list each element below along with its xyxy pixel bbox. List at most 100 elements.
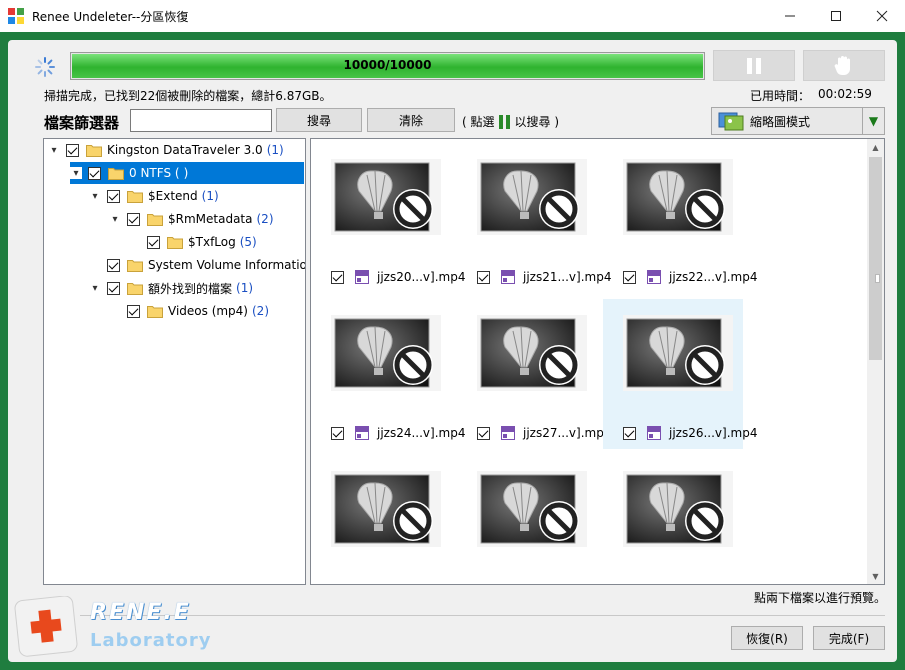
tree-item-count: (2) [252, 304, 269, 318]
tree-item-extra-found[interactable]: ▾ 額外找到的檔案 (1) [89, 277, 253, 299]
file-name: jjzs27...v].mp4 [523, 426, 612, 440]
file-thumbnail[interactable]: jjzs26...v].mp4 [603, 299, 757, 449]
video-preview-image [331, 159, 441, 235]
folder-icon [127, 190, 143, 203]
preview-hint: 點兩下檔案以進行預覽。 [754, 591, 887, 605]
pause-icon [747, 57, 761, 74]
file-thumbnail[interactable] [457, 455, 597, 584]
tree-checkbox[interactable] [107, 189, 120, 203]
scrollbar-thumb[interactable] [869, 157, 882, 360]
tree-item-count: (2) [256, 212, 274, 226]
file-thumbnail[interactable]: jjzs21...v].mp4 [457, 143, 611, 293]
file-label-row: jjzs27...v].mp4 [477, 426, 611, 440]
mp4-file-icon [355, 270, 369, 284]
finish-button[interactable]: 完成(F) [813, 626, 885, 650]
tree-item-count: (1) [201, 189, 219, 203]
mp4-file-icon [647, 426, 661, 440]
elapsed-time-label: 已用時間： [750, 89, 811, 103]
tree-item-label: Kingston DataTraveler 3.0 [107, 143, 263, 157]
tree-item-label: $RmMetadata [168, 212, 253, 226]
brand-subtitle: Laboratory [90, 630, 212, 651]
scroll-up-icon[interactable]: ▲ [867, 139, 884, 155]
title-bar: Renee Undeleter--分區恢復 [0, 0, 905, 32]
close-icon [876, 10, 888, 22]
video-preview-image [623, 471, 733, 547]
video-preview-image [477, 471, 587, 547]
file-thumbnail[interactable]: jjzs22...v].mp4 [603, 143, 757, 293]
folder-icon [127, 282, 143, 295]
tree-item-label: System Volume Information [148, 258, 306, 272]
file-checkbox[interactable] [623, 426, 636, 440]
view-mode-label: 縮略圖模式 [750, 114, 811, 129]
clear-button[interactable]: 清除 [367, 108, 455, 132]
tree-checkbox[interactable] [66, 143, 79, 157]
tree-checkbox[interactable] [107, 258, 120, 272]
minimize-icon [785, 15, 795, 17]
file-checkbox[interactable] [623, 270, 636, 284]
file-label-row: jjzs24...v].mp4 [331, 426, 465, 440]
folder-icon [147, 305, 163, 318]
collapse-icon[interactable]: ▾ [70, 167, 82, 179]
tree-item-txflog[interactable]: $TxfLog (5) [147, 231, 257, 253]
tree-item-drive[interactable]: ▾ Kingston DataTraveler 3.0 (1) [48, 139, 283, 161]
stop-hand-icon [834, 55, 850, 75]
maximize-button[interactable] [813, 0, 859, 32]
tree-checkbox[interactable] [107, 281, 120, 295]
file-checkbox[interactable] [477, 270, 490, 284]
vertical-scrollbar[interactable]: ▲ ▼ [867, 139, 884, 584]
file-name: jjzs21...v].mp4 [523, 270, 612, 284]
collapse-icon[interactable]: ▾ [48, 144, 60, 156]
collapse-icon[interactable]: ▾ [109, 213, 121, 225]
file-label-row: jjzs20...v].mp4 [331, 270, 465, 284]
tree-item-rmmetadata[interactable]: ▾ $RmMetadata (2) [109, 208, 274, 230]
video-preview-image [331, 471, 441, 547]
file-checkbox[interactable] [331, 426, 344, 440]
video-preview-image [623, 315, 733, 391]
file-checkbox[interactable] [477, 426, 490, 440]
tree-item-extend[interactable]: ▾ $Extend (1) [89, 185, 219, 207]
search-hint-prefix: ( 點選 [462, 115, 495, 129]
video-preview-image [477, 159, 587, 235]
tree-checkbox[interactable] [88, 166, 101, 180]
filter-input[interactable] [130, 109, 272, 132]
chevron-down-icon[interactable]: ▼ [862, 108, 884, 134]
scroll-down-icon[interactable]: ▼ [867, 568, 884, 584]
collapse-icon[interactable]: ▾ [89, 190, 101, 202]
file-name: jjzs20...v].mp4 [377, 270, 466, 284]
folder-tree: ▾ Kingston DataTraveler 3.0 (1) ▾ 0 NTFS… [43, 138, 306, 585]
file-label-row: jjzs21...v].mp4 [477, 270, 611, 284]
rene-logo-icon [14, 596, 78, 657]
close-button[interactable] [859, 0, 905, 32]
scan-status-text: 掃描完成，已找到22個被刪除的檔案，總計6.87GB。 [44, 89, 332, 103]
file-thumbnail[interactable] [311, 455, 451, 584]
mp4-file-icon [355, 426, 369, 440]
tree-checkbox[interactable] [127, 304, 140, 318]
file-checkbox[interactable] [331, 270, 344, 284]
tree-checkbox[interactable] [147, 235, 160, 249]
tree-item-label: 額外找到的檔案 [148, 281, 233, 296]
tree-checkbox[interactable] [127, 212, 140, 226]
minimize-button[interactable] [767, 0, 813, 32]
thumbnail-grid: jjzs20...v].mp4 jjzs21...v].mp4 jjzs22..… [310, 138, 885, 585]
search-hint: ( 點選 以搜尋 ) [462, 113, 559, 130]
recover-button[interactable]: 恢復(R) [731, 626, 803, 650]
tree-item-label: $Extend [148, 189, 198, 203]
stop-button[interactable] [803, 50, 885, 81]
tree-item-ntfs[interactable]: ▾ 0 NTFS ( ) [70, 162, 304, 184]
file-thumbnail[interactable]: jjzs24...v].mp4 [311, 299, 465, 449]
tree-item-count: ) [183, 166, 189, 180]
file-name: jjzs26...v].mp4 [669, 426, 758, 440]
tree-item-system-volume[interactable]: System Volume Information [107, 254, 306, 276]
file-label-row: jjzs22...v].mp4 [623, 270, 757, 284]
folder-icon [127, 259, 143, 272]
maximize-icon [831, 11, 841, 21]
file-thumbnail[interactable] [603, 455, 743, 584]
folder-icon [147, 213, 163, 226]
collapse-icon[interactable]: ▾ [89, 282, 101, 294]
file-thumbnail[interactable]: jjzs20...v].mp4 [311, 143, 465, 293]
tree-item-videos[interactable]: Videos (mp4) (2) [127, 300, 269, 322]
search-button[interactable]: 搜尋 [276, 108, 362, 132]
pause-button[interactable] [713, 50, 795, 81]
file-thumbnail[interactable]: jjzs27...v].mp4 [457, 299, 611, 449]
view-mode-dropdown[interactable]: 縮略圖模式 ▼ [711, 107, 885, 135]
